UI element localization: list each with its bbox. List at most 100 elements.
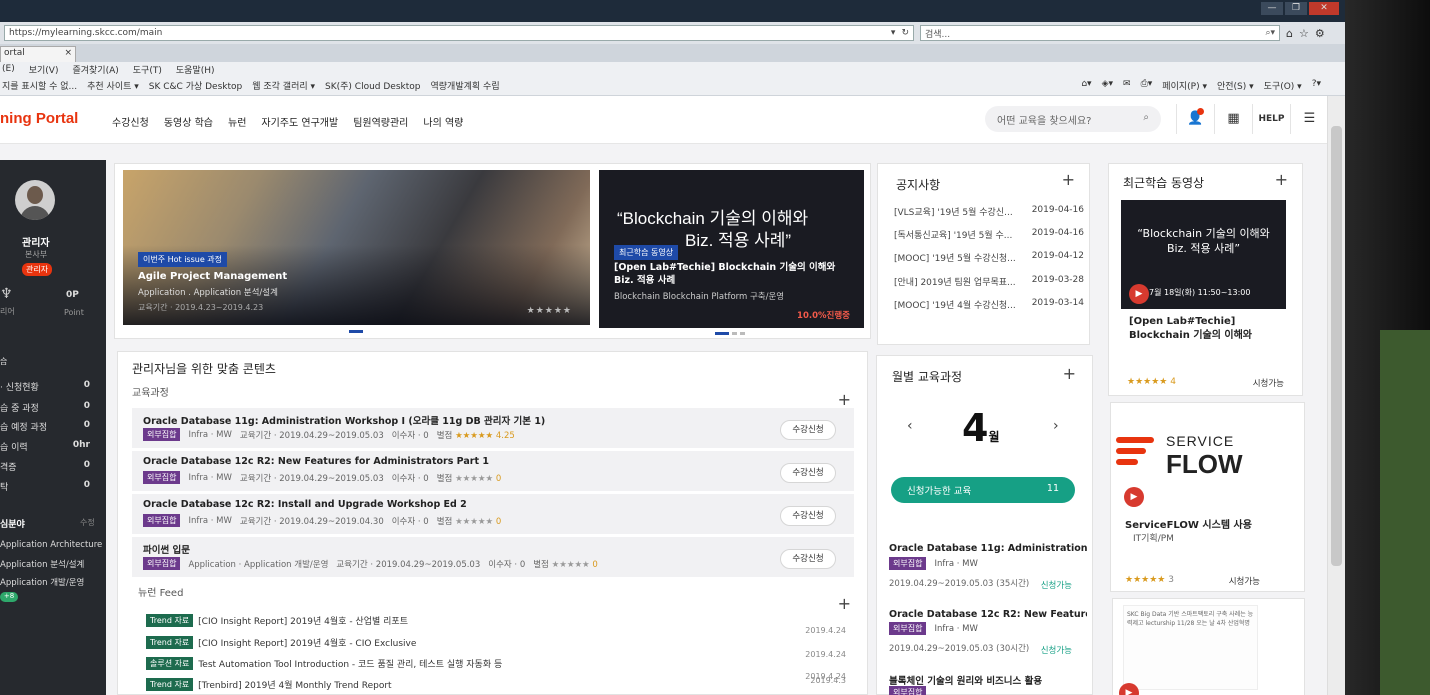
feed-row[interactable]: 솔루션 자료 Test Automation Tool Introduction … <box>146 657 846 681</box>
tools-menu[interactable]: 도구(O) ▾ <box>1264 79 1302 92</box>
refresh-icon[interactable]: ↻ <box>901 28 909 38</box>
tab-close-icon[interactable]: × <box>64 48 72 61</box>
prev-month-arrow[interactable]: ‹ <box>907 418 913 434</box>
plus-icon[interactable]: + <box>838 390 851 409</box>
notice-item[interactable]: [안내] 2019년 팀원 업무목표... 2019-03-28 <box>894 275 1084 288</box>
play-icon[interactable]: ▶ <box>1124 487 1144 507</box>
nav-item[interactable]: 수강신청 <box>112 114 149 129</box>
interest-more-badge[interactable]: +8 <box>0 592 18 602</box>
banner-title[interactable]: [Open Lab#Techie] Blockchain 기술의 이해와 Biz… <box>614 261 849 287</box>
fav-item[interactable]: 역량개발계획 수립 <box>431 79 500 92</box>
browser-search[interactable]: 검색... ⌕▾ <box>920 25 1280 41</box>
nav-item[interactable]: 동영상 학습 <box>164 114 213 129</box>
address-url[interactable]: https://mylearning.skcc.com/main <box>9 28 891 38</box>
mail-icon[interactable]: ✉ <box>1123 79 1131 92</box>
apply-button[interactable]: 수강신청 <box>780 420 836 440</box>
minimize-button[interactable]: — <box>1261 2 1283 15</box>
fav-item[interactable]: SK(주) Cloud Desktop <box>325 79 420 92</box>
feed-row[interactable]: Trend 자료 [Trenbird] 2019년 4월 Monthly Tren… <box>146 676 846 691</box>
apply-button[interactable]: 수강신청 <box>780 506 836 526</box>
notice-item[interactable]: [VLS교육] '19년 5월 수강신... 2019-04-16 <box>894 205 1084 218</box>
close-window-button[interactable]: ✕ <box>1309 2 1339 15</box>
home-icon[interactable]: ⌂▾ <box>1081 79 1091 92</box>
interest-item[interactable]: Application 분석/설계 <box>0 558 84 570</box>
menu-edit[interactable]: (E) <box>2 64 15 74</box>
plus-icon[interactable]: + <box>838 594 851 613</box>
play-icon[interactable]: ▶ <box>1129 284 1149 304</box>
banner-recent-video[interactable]: “Blockchain 기술의 이해와 Biz. 적용 사례” 최근학습 동영상 … <box>599 170 864 328</box>
notice-item[interactable]: [독서통신교육] '19년 5월 수... 2019-04-16 <box>894 228 1084 241</box>
apply-button[interactable]: 수강신청 <box>780 549 836 569</box>
fav-item[interactable]: 추천 사이트 ▾ <box>87 79 139 92</box>
rss-icon[interactable]: ◈▾ <box>1102 79 1113 92</box>
bigdata-video-card[interactable]: SKC Big Data 기반 스마트팩토리 구축 사례는 능력제고 lectu… <box>1112 598 1305 695</box>
interest-item[interactable]: Application 개발/운영 <box>0 576 84 588</box>
video-title[interactable]: ServiceFLOW 시스템 사용 <box>1125 516 1252 531</box>
course-row[interactable]: Oracle Database 12c R2: Install and Upgr… <box>132 494 854 534</box>
hamburger-menu-icon[interactable]: ☰ <box>1290 104 1328 134</box>
favorites-star-icon[interactable]: ☆ <box>1299 27 1309 40</box>
stat-row[interactable]: 탁0 <box>0 480 90 493</box>
scrollbar-thumb[interactable] <box>1331 126 1342 566</box>
video-thumbnail[interactable]: SKC Big Data 기반 스마트팩토리 구축 사례는 능력제고 lectu… <box>1123 605 1258 690</box>
menu-tools[interactable]: 도구(T) <box>133 63 162 76</box>
stat-row[interactable]: · 신청현황 0 <box>0 380 90 393</box>
stat-row[interactable]: 습 예정 과정 0 <box>0 420 90 433</box>
home-icon[interactable]: ⌂ <box>1286 27 1293 40</box>
browser-tab[interactable]: ortal × <box>0 46 76 62</box>
plus-icon[interactable]: + <box>1275 170 1288 189</box>
menu-help[interactable]: 도움말(H) <box>176 63 215 76</box>
nav-item[interactable]: 팀원역량관리 <box>353 114 408 129</box>
help-icon[interactable]: ?▾ <box>1312 79 1321 92</box>
watch-button[interactable]: 시청가능 <box>1253 377 1284 389</box>
monthly-course-title[interactable]: Oracle Database 12c R2: New Features f <box>889 609 1087 620</box>
course-title[interactable]: Oracle Database 12c R2: Install and Upgr… <box>143 499 467 510</box>
page-menu[interactable]: 페이지(P) ▾ <box>1162 79 1207 92</box>
stat-row[interactable]: 습 이력 0hr <box>0 440 90 453</box>
serviceflow-card[interactable]: SERVICE FLOW ▶ ServiceFLOW 시스템 사용 IT기획/P… <box>1110 402 1305 592</box>
plus-icon[interactable]: + <box>1062 170 1075 189</box>
course-title[interactable]: Oracle Database 11g: Administration Work… <box>143 413 545 427</box>
apply-button[interactable]: 수강신청 <box>780 463 836 483</box>
address-bar[interactable]: https://mylearning.skcc.com/main ▾ ↻ <box>4 25 914 41</box>
print-icon[interactable]: ⎙▾ <box>1141 79 1153 92</box>
notice-item[interactable]: [MOOC] '19년 5월 수강신청... 2019-04-12 <box>894 251 1084 264</box>
video-title[interactable]: [Open Lab#Techie] Blockchain 기술의 이해와 <box>1129 315 1252 343</box>
available-courses-button[interactable]: 신청가능한 교육 11 <box>891 477 1075 503</box>
user-icon[interactable]: 👤 <box>1176 104 1214 134</box>
site-logo[interactable]: ning Portal <box>0 110 78 127</box>
interest-item[interactable]: Application Architecture <box>0 540 102 550</box>
fav-item[interactable]: SK C&C 가상 Desktop <box>149 79 242 92</box>
safety-menu[interactable]: 안전(S) ▾ <box>1217 79 1254 92</box>
nav-item[interactable]: 나의 역량 <box>423 114 463 129</box>
course-row[interactable]: 파이썬 입문 외부집합 Application · Application 개발/… <box>132 537 854 577</box>
next-month-arrow[interactable]: › <box>1053 418 1059 434</box>
video-thumbnail[interactable]: “Blockchain 기술의 이해와 Biz. 적용 사례” ▶ 7월 18일… <box>1121 200 1286 309</box>
course-row[interactable]: Oracle Database 11g: Administration Work… <box>132 408 854 448</box>
monthly-course-title[interactable]: Oracle Database 11g: Administration Wo <box>889 543 1087 554</box>
search-icon[interactable]: ⌕▾ <box>1265 28 1275 38</box>
notice-item[interactable]: [MOOC] '19년 4월 수강신청... 2019-03-14 <box>894 298 1084 311</box>
menu-favorites[interactable]: 즐겨찾기(A) <box>72 63 118 76</box>
feed-row[interactable]: Trend 자료 [CIO Insight Report] 2019년 4월호 -… <box>146 614 846 635</box>
monthly-course-title[interactable]: 블록체인 기술의 원리와 비즈니스 활용 <box>889 673 1087 687</box>
stat-row[interactable]: 격증 0 <box>0 460 90 473</box>
watch-button[interactable]: 시청가능 <box>1229 575 1260 587</box>
course-title[interactable]: 파이썬 입문 <box>143 542 190 556</box>
stat-row[interactable]: 습 중 과정 0 <box>0 401 90 414</box>
interest-edit-link[interactable]: 수정 <box>80 517 95 528</box>
carousel-indicator[interactable] <box>349 330 363 333</box>
browser-search-input[interactable]: 검색... <box>925 27 1265 40</box>
search-icon[interactable]: ⌕ <box>1143 112 1149 126</box>
nav-item[interactable]: 자기주도 연구개발 <box>261 114 338 129</box>
page-scrollbar[interactable] <box>1327 96 1345 695</box>
fav-item[interactable]: 지를 표시할 수 없... <box>2 79 77 92</box>
help-button[interactable]: HELP <box>1252 104 1290 134</box>
fav-item[interactable]: 웹 조각 갤러리 ▾ <box>252 79 315 92</box>
course-search-input[interactable]: 어떤 교육을 찾으세요? <box>997 112 1091 127</box>
maximize-button[interactable]: ❐ <box>1285 2 1307 15</box>
nav-item[interactable]: 뉴런 <box>228 114 246 129</box>
plus-icon[interactable]: + <box>1063 364 1076 383</box>
banner-title[interactable]: Agile Project Management <box>138 271 287 282</box>
course-title[interactable]: Oracle Database 12c R2: New Features for… <box>143 456 489 467</box>
